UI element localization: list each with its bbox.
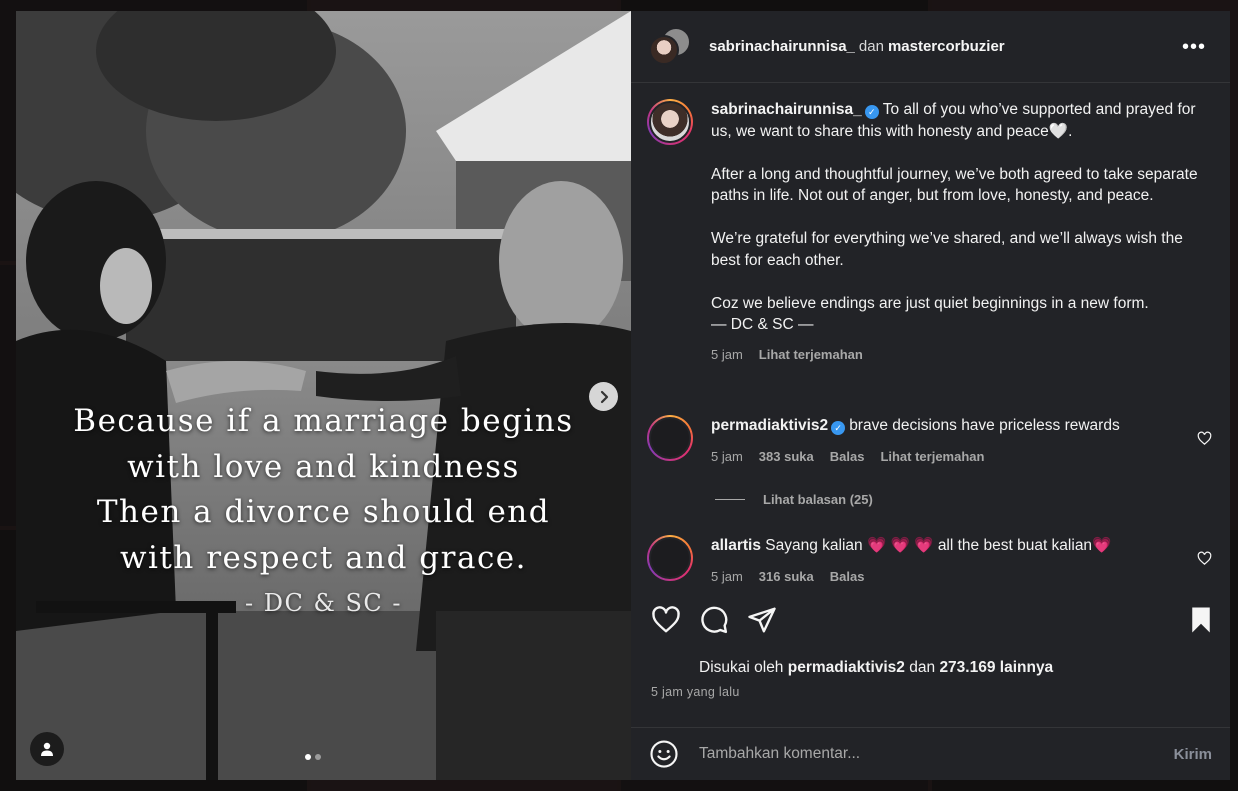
post-side-panel: sabrinachairunnisa_ dan mastercorbuzier ••…: [631, 11, 1230, 780]
comment-time: 5 jam: [711, 568, 743, 584]
carousel-dots: [305, 754, 321, 760]
comment-text: allartis Sayang kalian 💗 💗 💗 all the bes…: [711, 535, 1212, 557]
post-media[interactable]: Because if a marriage begins with love a…: [16, 11, 631, 780]
liked-by-label: Disukai oleh: [699, 659, 784, 676]
overlay-line: with respect and grace.: [119, 539, 527, 576]
overlay-line: Because if a marriage begins: [73, 403, 574, 439]
view-replies-button[interactable]: Lihat balasan (25): [715, 492, 873, 507]
add-comment-bar: Kirim: [631, 727, 1230, 780]
comment-likes-count[interactable]: 316 suka: [759, 566, 814, 588]
save-bookmark-icon[interactable]: [1186, 605, 1216, 635]
carousel-dot: [315, 754, 321, 760]
avatar[interactable]: [647, 415, 693, 461]
see-translation-link[interactable]: Lihat terjemahan: [880, 446, 984, 468]
replies-line: [715, 499, 745, 500]
comment-username[interactable]: permadiaktivis2: [711, 417, 828, 434]
overlay-line: with love and kindness: [127, 448, 520, 485]
caption-paragraph: After a long and thoughtful journey, we’…: [711, 165, 1198, 205]
view-replies-label: Lihat balasan (25): [763, 492, 873, 507]
comment-item: allartis Sayang kalian 💗 💗 💗 all the bes…: [647, 535, 1212, 587]
author-username[interactable]: mastercorbuzier: [888, 38, 1005, 55]
comment-body: brave decisions have priceless rewards: [849, 417, 1120, 434]
post-header: sabrinachairunnisa_ dan mastercorbuzier ••…: [631, 11, 1230, 82]
like-comment-heart-icon[interactable]: [1197, 431, 1212, 446]
liked-by-user[interactable]: permadiaktivis2: [788, 659, 905, 676]
likes-summary: Disukai oleh permadiaktivis2 dan 273.169…: [699, 659, 1053, 677]
caption-meta: 5 jam Lihat terjemahan: [711, 344, 1212, 366]
comment-text: permadiaktivis2 ✓ brave decisions have pri…: [711, 415, 1212, 437]
comment-body: Sayang kalian: [765, 537, 863, 554]
header-divider: [631, 82, 1230, 83]
white-heart-emoji: 🤍: [1048, 122, 1069, 140]
post-overlay-quote: Because if a marriage begins with love a…: [16, 399, 631, 627]
next-slide-button[interactable]: [589, 382, 618, 411]
collab-authors: sabrinachairunnisa_ dan mastercorbuzier: [709, 38, 1005, 55]
comment-likes-count[interactable]: 383 suka: [759, 446, 814, 468]
pink-heart-emoji: 💗: [1092, 537, 1112, 554]
caption-paragraph: We’re grateful for everything we’ve shar…: [711, 230, 1183, 269]
comment-body: all the best buat kalian: [937, 537, 1093, 554]
caption-paragraph: Coz we believe endings are just quiet be…: [711, 294, 1149, 312]
verified-badge-icon: ✓: [831, 421, 846, 435]
more-options-button[interactable]: •••: [1182, 37, 1206, 57]
post-comment-button[interactable]: Kirim: [1174, 746, 1212, 763]
post-actions: [631, 605, 1230, 641]
user-tag-icon: [41, 742, 53, 756]
chevron-right-icon: [600, 390, 608, 403]
comment-input[interactable]: [699, 745, 1174, 763]
comment-item: permadiaktivis2 ✓ brave decisions have pri…: [647, 415, 1212, 467]
verified-badge-icon: ✓: [864, 105, 879, 119]
avatar: [649, 34, 679, 65]
likes-others-count[interactable]: 273.169 lainnya: [939, 659, 1053, 676]
comment-username[interactable]: allartis: [711, 537, 761, 554]
and-label: dan: [858, 38, 884, 55]
tagged-users-button[interactable]: [30, 732, 64, 766]
caption-line-end: .: [1068, 122, 1073, 140]
caption-username[interactable]: sabrinachairunnisa_: [711, 101, 862, 118]
carousel-dot: [305, 754, 311, 760]
like-comment-heart-icon[interactable]: [1197, 551, 1212, 566]
comment-meta: 5 jam 316 suka Balas: [711, 566, 1212, 588]
caption-time: 5 jam: [711, 346, 743, 362]
caption-signature: — DC & SC —: [711, 316, 814, 333]
caption-text: sabrinachairunnisa_ ✓ To all of you who’ve…: [711, 99, 1212, 142]
post-photo: [16, 11, 631, 780]
see-translation-link[interactable]: Lihat terjemahan: [759, 344, 863, 366]
post-time-ago[interactable]: 5 jam yang lalu: [651, 685, 740, 699]
comment-bubble-icon[interactable]: [699, 605, 729, 635]
share-paper-plane-icon[interactable]: [747, 605, 777, 635]
avatar[interactable]: [647, 535, 693, 581]
emoji-smile-icon[interactable]: [649, 739, 679, 769]
pink-heart-emojis: 💗 💗 💗: [866, 537, 934, 554]
caption: sabrinachairunnisa_ ✓ To all of you who’ve…: [647, 99, 1212, 365]
author-username[interactable]: sabrinachairunnisa_: [709, 38, 855, 55]
likes-and-label: dan: [909, 659, 936, 676]
overlay-line: Then a divorce should end: [96, 494, 551, 530]
comment-meta: 5 jam 383 suka Balas Lihat terjemahan: [711, 446, 1212, 468]
post-modal: Because if a marriage begins with love a…: [16, 11, 1230, 780]
overlay-signature: - DC & SC -: [244, 589, 402, 617]
avatar[interactable]: [647, 99, 693, 145]
collab-avatars[interactable]: [649, 26, 693, 67]
reply-button[interactable]: Balas: [830, 566, 865, 588]
reply-button[interactable]: Balas: [830, 446, 865, 468]
like-heart-icon[interactable]: [651, 605, 681, 635]
comment-time: 5 jam: [711, 448, 743, 464]
